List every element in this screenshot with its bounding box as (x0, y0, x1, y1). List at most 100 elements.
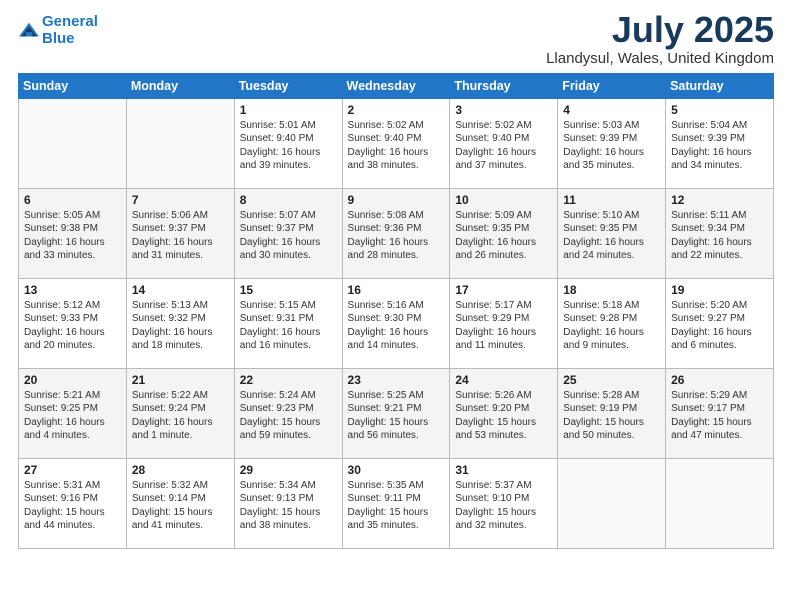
day-cell (126, 98, 234, 188)
week-row-5: 27 Sunrise: 5:31 AM Sunset: 9:16 PM Dayli… (19, 458, 774, 548)
day-cell (19, 98, 127, 188)
day-info: Sunrise: 5:08 AM Sunset: 9:36 PM Dayligh… (348, 209, 445, 263)
day-cell: 12Sunrise: 5:11 AM Sunset: 9:34 PM Dayli… (666, 188, 774, 278)
day-info: Sunrise: 5:28 AM Sunset: 9:19 PM Dayligh… (563, 389, 660, 443)
day-info: Sunrise: 5:10 AM Sunset: 9:35 PM Dayligh… (563, 209, 660, 263)
day-info: Sunrise: 5:20 AM Sunset: 9:27 PM Dayligh… (671, 299, 768, 353)
day-cell: 4 Sunrise: 5:03 AM Sunset: 9:39 PM Daylig… (558, 98, 666, 188)
day-cell: 23 Sunrise: 5:25 AM Sunset: 9:21 PM Dayli… (342, 368, 450, 458)
day-cell: 21Sunrise: 5:22 AM Sunset: 9:24 PM Dayli… (126, 368, 234, 458)
day-cell: 19 Sunrise: 5:20 AM Sunset: 9:27 PM Dayli… (666, 278, 774, 368)
day-cell: 3 Sunrise: 5:02 AM Sunset: 9:40 PM Daylig… (450, 98, 558, 188)
day-cell: 24 Sunrise: 5:26 AM Sunset: 9:20 PM Dayli… (450, 368, 558, 458)
day-cell: 9 Sunrise: 5:08 AM Sunset: 9:36 PM Daylig… (342, 188, 450, 278)
day-info: Sunrise: 5:32 AM Sunset: 9:14 PM Dayligh… (132, 479, 229, 533)
day-cell: 22Sunrise: 5:24 AM Sunset: 9:23 PM Dayli… (234, 368, 342, 458)
day-info: Sunrise: 5:03 AM Sunset: 9:39 PM Dayligh… (563, 119, 660, 173)
day-info: Sunrise: 5:18 AM Sunset: 9:28 PM Dayligh… (563, 299, 660, 353)
day-info: Sunrise: 5:25 AM Sunset: 9:21 PM Dayligh… (348, 389, 445, 443)
day-number: 8 (240, 193, 337, 207)
day-number: 3 (455, 103, 552, 117)
day-cell: 18 Sunrise: 5:18 AM Sunset: 9:28 PM Dayli… (558, 278, 666, 368)
page: General Blue July 2025 Llandysul, Wales,… (0, 0, 792, 559)
header-cell-saturday: Saturday (666, 73, 774, 98)
day-number: 19 (671, 283, 768, 297)
week-row-1: 1Sunrise: 5:01 AM Sunset: 9:40 PM Daylig… (19, 98, 774, 188)
day-cell: 29 Sunrise: 5:34 AM Sunset: 9:13 PM Dayli… (234, 458, 342, 548)
day-cell: 15 Sunrise: 5:15 AM Sunset: 9:31 PM Dayli… (234, 278, 342, 368)
day-number: 6 (24, 193, 121, 207)
day-info: Sunrise: 5:04 AM Sunset: 9:39 PM Dayligh… (671, 119, 768, 173)
title-block: July 2025 Llandysul, Wales, United Kingd… (546, 10, 774, 67)
day-cell: 26Sunrise: 5:29 AM Sunset: 9:17 PM Dayli… (666, 368, 774, 458)
calendar-header: SundayMondayTuesdayWednesdayThursdayFrid… (19, 73, 774, 98)
logo: General Blue (18, 14, 98, 47)
day-number: 12 (671, 193, 768, 207)
day-number: 24 (455, 373, 552, 387)
day-number: 7 (132, 193, 229, 207)
day-cell: 31 Sunrise: 5:37 AM Sunset: 9:10 PM Dayli… (450, 458, 558, 548)
day-number: 16 (348, 283, 445, 297)
logo-blue: Blue (42, 30, 75, 47)
day-cell: 2Sunrise: 5:02 AM Sunset: 9:40 PM Daylig… (342, 98, 450, 188)
header-cell-wednesday: Wednesday (342, 73, 450, 98)
day-number: 23 (348, 373, 445, 387)
day-info: Sunrise: 5:06 AM Sunset: 9:37 PM Dayligh… (132, 209, 229, 263)
day-cell (666, 458, 774, 548)
day-number: 28 (132, 463, 229, 477)
header-cell-thursday: Thursday (450, 73, 558, 98)
day-info: Sunrise: 5:21 AM Sunset: 9:25 PM Dayligh… (24, 389, 121, 443)
day-info: Sunrise: 5:35 AM Sunset: 9:11 PM Dayligh… (348, 479, 445, 533)
day-info: Sunrise: 5:34 AM Sunset: 9:13 PM Dayligh… (240, 479, 337, 533)
day-info: Sunrise: 5:12 AM Sunset: 9:33 PM Dayligh… (24, 299, 121, 353)
day-info: Sunrise: 5:37 AM Sunset: 9:10 PM Dayligh… (455, 479, 552, 533)
header-cell-friday: Friday (558, 73, 666, 98)
day-info: Sunrise: 5:02 AM Sunset: 9:40 PM Dayligh… (348, 119, 445, 173)
day-number: 31 (455, 463, 552, 477)
calendar-table: SundayMondayTuesdayWednesdayThursdayFrid… (18, 73, 774, 549)
day-number: 11 (563, 193, 660, 207)
calendar-body: 1Sunrise: 5:01 AM Sunset: 9:40 PM Daylig… (19, 98, 774, 548)
day-info: Sunrise: 5:07 AM Sunset: 9:37 PM Dayligh… (240, 209, 337, 263)
logo-text: General Blue (42, 14, 98, 47)
week-row-3: 13 Sunrise: 5:12 AM Sunset: 9:33 PM Dayli… (19, 278, 774, 368)
day-cell: 14Sunrise: 5:13 AM Sunset: 9:32 PM Dayli… (126, 278, 234, 368)
day-number: 10 (455, 193, 552, 207)
day-cell: 6Sunrise: 5:05 AM Sunset: 9:38 PM Daylig… (19, 188, 127, 278)
day-number: 25 (563, 373, 660, 387)
day-info: Sunrise: 5:02 AM Sunset: 9:40 PM Dayligh… (455, 119, 552, 173)
day-cell: 8 Sunrise: 5:07 AM Sunset: 9:37 PM Daylig… (234, 188, 342, 278)
day-info: Sunrise: 5:24 AM Sunset: 9:23 PM Dayligh… (240, 389, 337, 443)
day-cell: 11 Sunrise: 5:10 AM Sunset: 9:35 PM Dayli… (558, 188, 666, 278)
header-cell-sunday: Sunday (19, 73, 127, 98)
day-info: Sunrise: 5:26 AM Sunset: 9:20 PM Dayligh… (455, 389, 552, 443)
day-number: 20 (24, 373, 121, 387)
day-cell: 27 Sunrise: 5:31 AM Sunset: 9:16 PM Dayli… (19, 458, 127, 548)
week-row-4: 20 Sunrise: 5:21 AM Sunset: 9:25 PM Dayli… (19, 368, 774, 458)
day-info: Sunrise: 5:13 AM Sunset: 9:32 PM Dayligh… (132, 299, 229, 353)
day-cell: 5Sunrise: 5:04 AM Sunset: 9:39 PM Daylig… (666, 98, 774, 188)
day-number: 29 (240, 463, 337, 477)
day-number: 1 (240, 103, 337, 117)
day-cell: 1Sunrise: 5:01 AM Sunset: 9:40 PM Daylig… (234, 98, 342, 188)
day-info: Sunrise: 5:16 AM Sunset: 9:30 PM Dayligh… (348, 299, 445, 353)
day-number: 15 (240, 283, 337, 297)
logo-icon (18, 20, 40, 42)
day-info: Sunrise: 5:31 AM Sunset: 9:16 PM Dayligh… (24, 479, 121, 533)
day-number: 18 (563, 283, 660, 297)
day-info: Sunrise: 5:17 AM Sunset: 9:29 PM Dayligh… (455, 299, 552, 353)
week-row-2: 6Sunrise: 5:05 AM Sunset: 9:38 PM Daylig… (19, 188, 774, 278)
header-cell-tuesday: Tuesday (234, 73, 342, 98)
day-number: 13 (24, 283, 121, 297)
day-info: Sunrise: 5:15 AM Sunset: 9:31 PM Dayligh… (240, 299, 337, 353)
day-number: 17 (455, 283, 552, 297)
day-number: 9 (348, 193, 445, 207)
day-number: 27 (24, 463, 121, 477)
day-cell: 30Sunrise: 5:35 AM Sunset: 9:11 PM Dayli… (342, 458, 450, 548)
day-cell: 16 Sunrise: 5:16 AM Sunset: 9:30 PM Dayli… (342, 278, 450, 368)
location: Llandysul, Wales, United Kingdom (546, 50, 774, 67)
day-info: Sunrise: 5:22 AM Sunset: 9:24 PM Dayligh… (132, 389, 229, 443)
day-number: 26 (671, 373, 768, 387)
day-number: 4 (563, 103, 660, 117)
day-cell: 28 Sunrise: 5:32 AM Sunset: 9:14 PM Dayli… (126, 458, 234, 548)
